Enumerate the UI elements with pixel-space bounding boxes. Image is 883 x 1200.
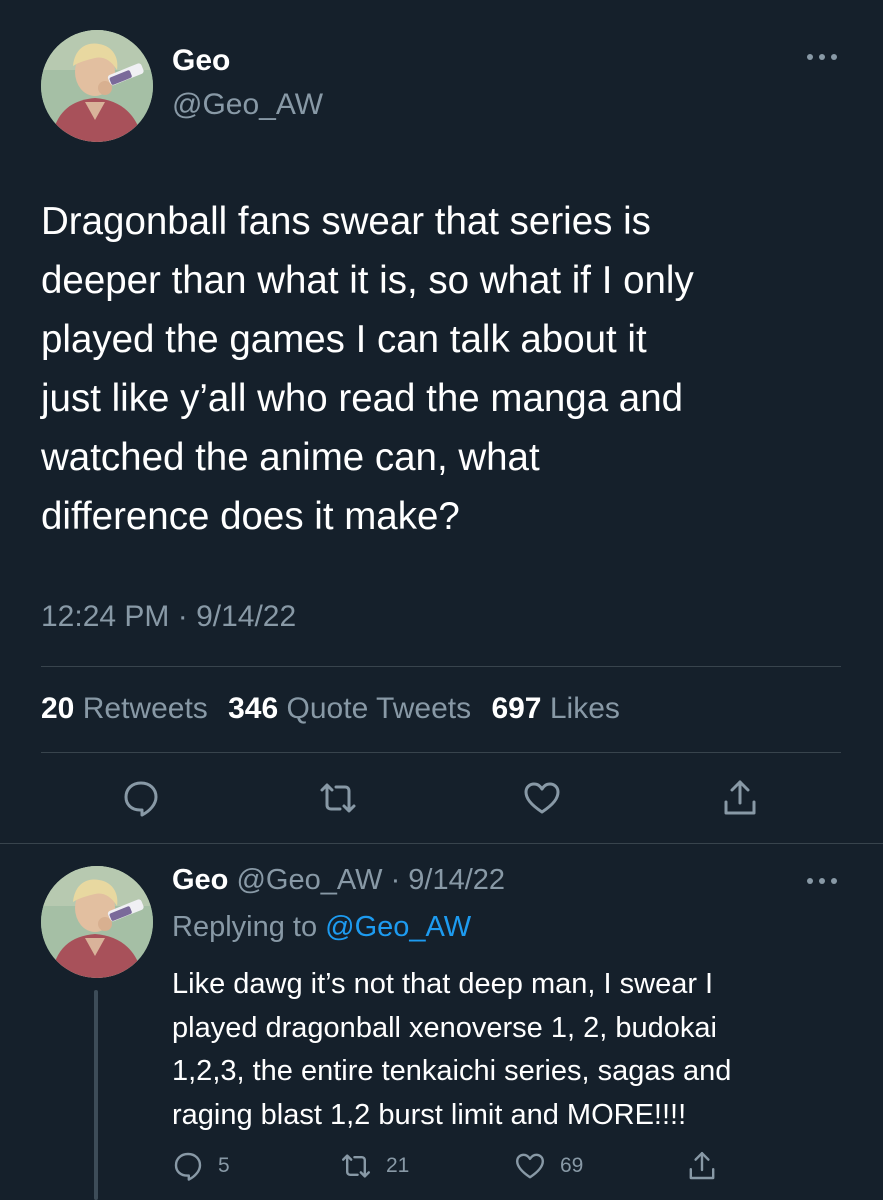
reply-icon[interactable] bbox=[121, 778, 161, 818]
reply-count: 5 bbox=[218, 1154, 230, 1177]
more-options-icon[interactable] bbox=[805, 874, 839, 888]
quote-tweets-label: Quote Tweets bbox=[286, 692, 472, 725]
like-icon bbox=[516, 1153, 544, 1179]
quote-tweets-count: 346 bbox=[228, 692, 279, 725]
tweet-timestamp[interactable]: 12:24 PM · 9/14/22 bbox=[41, 600, 296, 634]
retweet-count: 21 bbox=[386, 1154, 410, 1177]
engagement-stats: 20 Retweets 346 Quote Tweets 697 Likes bbox=[41, 692, 620, 726]
author-handle[interactable]: @Geo_AW bbox=[172, 88, 323, 122]
author-avatar[interactable] bbox=[41, 30, 153, 142]
share-action[interactable] bbox=[686, 1148, 732, 1184]
reply-action[interactable]: 5 bbox=[172, 1148, 230, 1184]
retweets-label: Retweets bbox=[82, 692, 208, 725]
likes-count: 697 bbox=[491, 692, 542, 725]
retweet-action[interactable]: 21 bbox=[340, 1148, 409, 1184]
reply-icon bbox=[174, 1152, 202, 1181]
more-options-icon[interactable] bbox=[805, 50, 839, 64]
divider bbox=[41, 666, 841, 667]
share-icon[interactable] bbox=[720, 778, 760, 818]
retweet-icon bbox=[342, 1154, 370, 1178]
retweet-icon[interactable] bbox=[318, 778, 358, 818]
replying-to: Replying to @Geo_AW bbox=[172, 911, 471, 944]
replying-label: Replying to bbox=[172, 911, 318, 943]
reply-author-avatar[interactable] bbox=[41, 866, 153, 978]
reply-header: Geo @Geo_AW · 9/14/22 bbox=[172, 864, 505, 897]
author-name[interactable]: Geo bbox=[172, 44, 230, 78]
quote-tweets-stat[interactable]: 346 Quote Tweets bbox=[228, 692, 471, 725]
replying-to-link[interactable]: @Geo_AW bbox=[325, 911, 471, 943]
reply-text: Like dawg it’s not that deep man, I swea… bbox=[172, 968, 732, 1131]
tweet-separator bbox=[0, 843, 883, 844]
thread-line bbox=[94, 990, 98, 1200]
reply-author-name[interactable]: Geo bbox=[172, 864, 228, 896]
like-count: 69 bbox=[560, 1154, 584, 1177]
divider bbox=[41, 752, 841, 753]
share-icon bbox=[689, 1152, 715, 1180]
like-action[interactable]: 69 bbox=[514, 1148, 583, 1184]
retweets-stat[interactable]: 20 Retweets bbox=[41, 692, 208, 725]
likes-stat[interactable]: 697 Likes bbox=[491, 692, 619, 725]
tweet-text: Dragonball fans swear that series is dee… bbox=[41, 200, 694, 538]
reply-author-handle[interactable]: @Geo_AW bbox=[236, 864, 382, 896]
likes-label: Likes bbox=[549, 692, 620, 725]
reply-date[interactable]: · 9/14/22 bbox=[391, 864, 505, 896]
main-tweet: Geo @Geo_AW Dragonball fans swear that s… bbox=[0, 0, 883, 843]
like-icon[interactable] bbox=[522, 778, 562, 818]
retweets-count: 20 bbox=[41, 692, 75, 725]
